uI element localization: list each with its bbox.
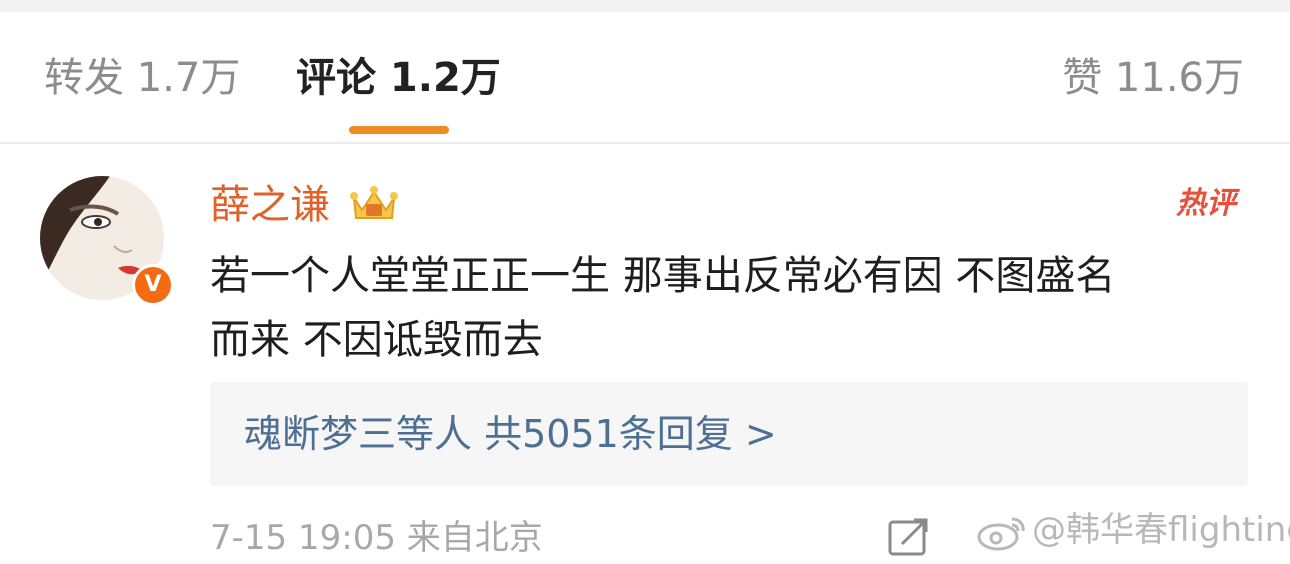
comment-text: 若一个人堂堂正正一生 那事出反常必有因 不图盛名 而来 不因诋毁而去	[210, 244, 1250, 372]
watermark: @韩华春flighting	[976, 508, 1290, 552]
tab-comment[interactable]: 评论 1.2万	[296, 52, 501, 104]
share-edit-icon[interactable]	[886, 518, 932, 558]
comment-username[interactable]: 薛之谦	[210, 180, 330, 230]
active-tab-indicator	[349, 126, 449, 134]
hot-comment-badge: 热评	[1176, 186, 1236, 221]
weibo-logo-icon	[977, 517, 1025, 550]
comment-timestamp: 7-15 19:05 来自北京	[210, 518, 543, 558]
top-strip	[0, 0, 1290, 12]
crown-vip-icon	[350, 186, 398, 219]
watermark-text: @韩华春flighting	[1032, 510, 1290, 550]
tab-bar: 转发 1.7万 评论 1.2万 赞 11.6万	[0, 12, 1290, 142]
verified-v-icon: V	[132, 264, 174, 306]
replies-box[interactable]: 魂断梦三等人 共5051条回复 >	[210, 382, 1248, 486]
divider	[0, 142, 1290, 144]
replies-link[interactable]: 魂断梦三等人 共5051条回复 >	[244, 410, 777, 458]
comment-text-line: 若一个人堂堂正正一生 那事出反常必有因 不图盛名	[210, 253, 1116, 299]
tab-repost[interactable]: 转发 1.7万	[44, 52, 240, 104]
tab-like[interactable]: 赞 11.6万	[1062, 52, 1244, 104]
avatar[interactable]: V	[40, 176, 174, 306]
comment-text-line: 而来 不因诋毁而去	[210, 317, 543, 363]
